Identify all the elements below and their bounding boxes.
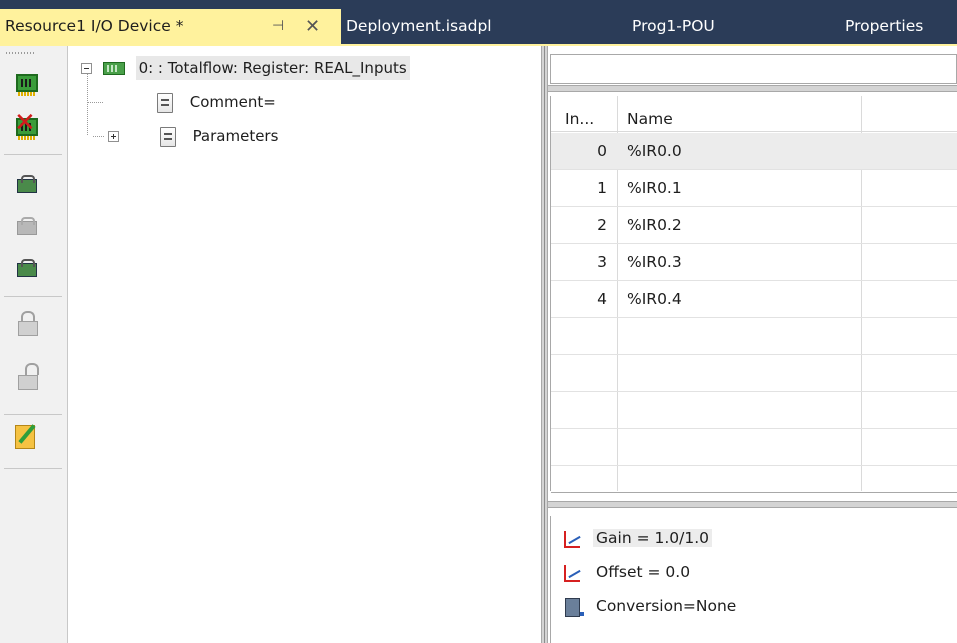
connect-device-button[interactable] (10, 170, 44, 200)
tab-resource1-io-device[interactable]: Resource1 I/O Device * ⊣ ✕ (0, 9, 341, 46)
table-row[interactable]: 2 %IR0.2 (551, 207, 957, 244)
tree-node-parameters[interactable]: Parameters (108, 124, 278, 148)
toolbar-grip[interactable] (6, 52, 36, 54)
detail-pane: In... Name 0 %IR0.0 1 %IR0.1 2 %IR0.2 3 … (548, 46, 957, 643)
empty-row (551, 429, 957, 466)
tab-prog1-pou[interactable]: Prog1-POU (632, 9, 715, 46)
tree-node-label: Parameters (192, 127, 279, 145)
table-row[interactable]: 0 %IR0.0 (551, 133, 957, 170)
device-settings-button[interactable] (10, 254, 44, 284)
toolbar-separator (4, 154, 62, 155)
property-conversion[interactable]: Conversion=None (561, 590, 739, 622)
unlock-button[interactable] (10, 362, 44, 392)
tab-label: Deployment.isadpl (346, 17, 492, 35)
disconnect-device-button[interactable] (10, 212, 44, 242)
table-row[interactable]: 4 %IR0.4 (551, 281, 957, 318)
tree-connector (87, 74, 88, 136)
board-icon (102, 62, 125, 75)
unlock-icon (17, 363, 39, 390)
scale-icon (561, 562, 587, 584)
property-label: Gain = 1.0/1.0 (593, 529, 713, 547)
property-gain[interactable]: Gain = 1.0/1.0 (561, 522, 713, 554)
tab-label: Properties (845, 17, 924, 35)
detail-text-field[interactable] (550, 54, 957, 84)
property-icon (159, 126, 176, 147)
row-index: 4 (597, 290, 607, 308)
expand-icon[interactable] (108, 131, 119, 142)
toolbar-separator (4, 296, 62, 297)
row-name: %IR0.4 (627, 290, 682, 308)
vertical-toolbar: ✕ (0, 46, 68, 643)
toolbar-separator (4, 468, 62, 469)
tab-label: Prog1-POU (632, 17, 715, 35)
channel-properties: Gain = 1.0/1.0 Offset = 0.0 Conversion=N… (550, 516, 957, 643)
property-label: Conversion=None (596, 597, 737, 615)
grid-header: In... Name (551, 96, 957, 132)
tree-connector (88, 102, 104, 103)
add-board-button[interactable] (10, 68, 44, 98)
property-icon (157, 92, 173, 113)
tree-node-label: Comment= (189, 93, 276, 111)
toolbar-separator (4, 414, 62, 415)
lock-icon (17, 311, 38, 336)
document-tab-strip: Resource1 I/O Device * ⊣ ✕ Deployment.is… (0, 0, 957, 46)
disconnect-device-icon (15, 217, 39, 237)
device-tree: 0: : Totalflow: Register: REAL_Inputs Co… (69, 46, 541, 643)
empty-row (551, 318, 957, 355)
column-header-name[interactable]: Name (627, 96, 673, 132)
tree-node-label: 0: : Totalflow: Register: REAL_Inputs (135, 56, 410, 80)
row-name: %IR0.1 (627, 179, 682, 197)
tree-connector (93, 136, 104, 137)
horizontal-splitter[interactable] (548, 85, 957, 92)
row-index: 0 (597, 142, 607, 160)
connect-device-icon (15, 175, 39, 195)
row-name: %IR0.3 (627, 253, 682, 271)
grid-bottom-edge (551, 492, 957, 493)
scale-icon (561, 528, 587, 550)
table-row[interactable]: 3 %IR0.3 (551, 244, 957, 281)
row-name: %IR0.2 (627, 216, 682, 234)
tab-properties[interactable]: Properties (845, 9, 923, 46)
add-board-icon (16, 74, 38, 96)
device-settings-icon (15, 259, 39, 279)
empty-row (551, 392, 957, 429)
delete-x-icon: ✕ (14, 108, 36, 138)
property-offset[interactable]: Offset = 0.0 (561, 556, 693, 588)
property-label: Offset = 0.0 (596, 563, 691, 581)
table-row[interactable]: 1 %IR0.1 (551, 170, 957, 207)
tree-node-register[interactable]: 0: : Totalflow: Register: REAL_Inputs (81, 56, 410, 80)
row-name: %IR0.0 (627, 142, 682, 160)
tab-label: Resource1 I/O Device * (5, 17, 184, 35)
tab-deployment[interactable]: Deployment.isadpl (346, 9, 492, 46)
row-index: 2 (597, 216, 607, 234)
pin-icon[interactable]: ⊣ (272, 9, 284, 44)
vertical-splitter[interactable] (541, 46, 548, 643)
delete-board-button[interactable]: ✕ (10, 108, 44, 142)
collapse-icon[interactable] (81, 63, 92, 74)
column-header-index[interactable]: In... (565, 96, 594, 132)
edit-note-button[interactable] (10, 420, 44, 450)
row-index: 1 (597, 179, 607, 197)
conversion-icon (561, 596, 587, 618)
channel-grid: In... Name 0 %IR0.0 1 %IR0.1 2 %IR0.2 3 … (550, 96, 957, 493)
close-icon[interactable]: ✕ (305, 9, 320, 44)
tree-node-comment[interactable]: Comment= (157, 90, 276, 114)
empty-row (551, 355, 957, 392)
edit-note-icon (15, 423, 39, 449)
horizontal-splitter[interactable] (548, 501, 957, 508)
row-index: 3 (597, 253, 607, 271)
lock-button[interactable] (10, 308, 44, 338)
